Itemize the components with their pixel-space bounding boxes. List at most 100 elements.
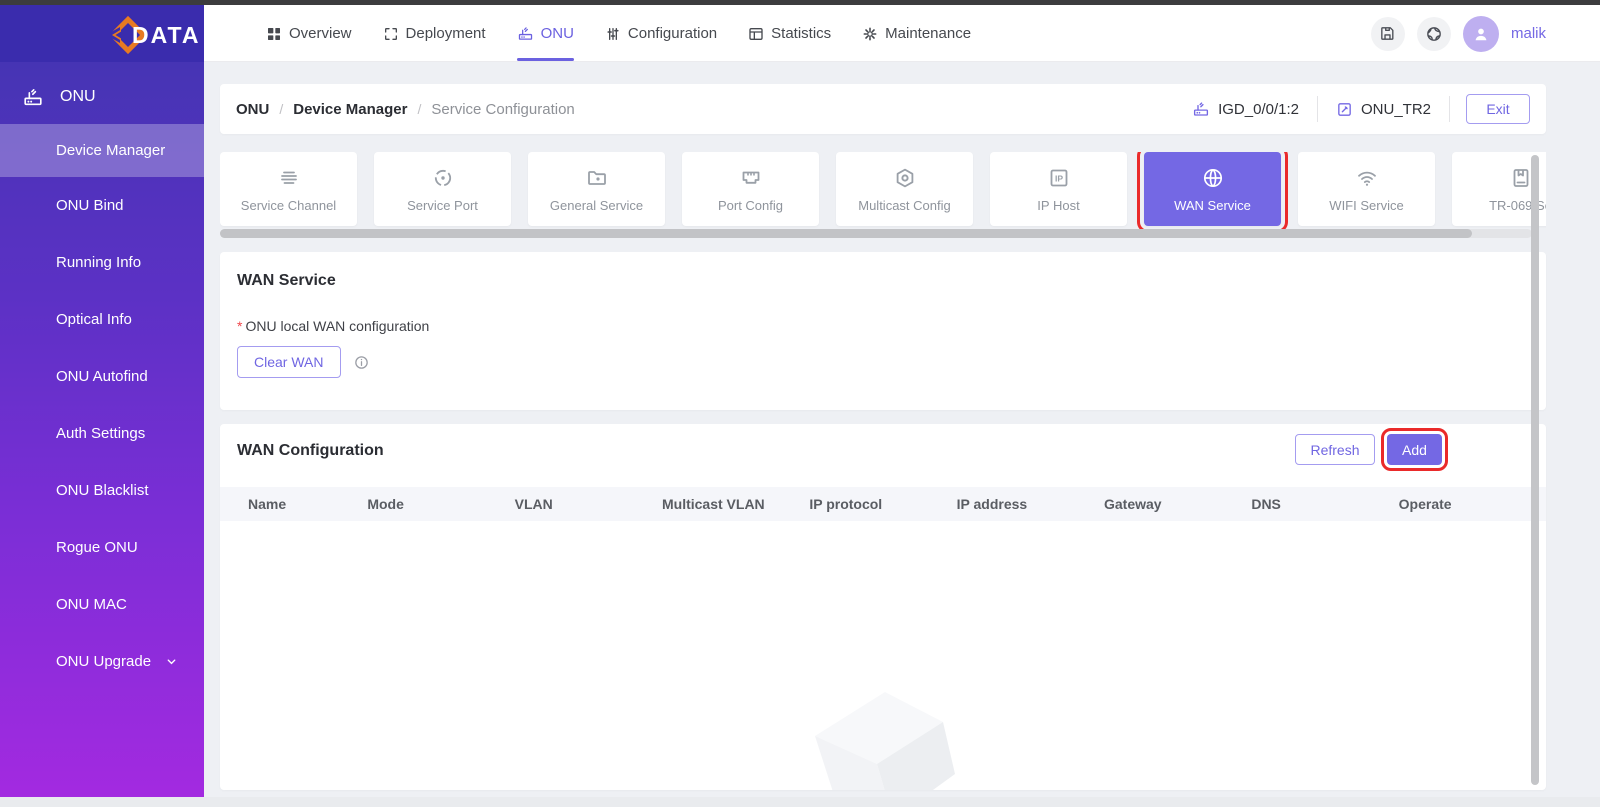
edit-document-icon	[1336, 101, 1353, 118]
nav-item-deployment[interactable]: Deployment	[383, 5, 486, 62]
username[interactable]: malik	[1511, 25, 1546, 42]
add-button[interactable]: Add	[1387, 434, 1442, 465]
tab-label: Service Port	[407, 198, 478, 213]
circle-dot-icon	[431, 166, 455, 190]
router-icon	[22, 86, 44, 108]
nav-item-statistics[interactable]: Statistics	[748, 5, 831, 62]
empty-state-box-illustration	[785, 674, 1015, 790]
column-header-multicast-vlan: Multicast VLAN	[662, 496, 809, 512]
sidebar-item-rogue-onu[interactable]: Rogue ONU	[0, 519, 204, 576]
svg-text:IP: IP	[1054, 173, 1062, 183]
sidebar-item-device-manager[interactable]: Device Manager	[0, 124, 204, 177]
nav-label: Maintenance	[885, 25, 971, 42]
wan-configuration-panel: WAN Configuration Refresh Add Name Mode …	[220, 424, 1546, 790]
nav-label: Overview	[289, 25, 352, 42]
deployment-icon	[383, 26, 399, 42]
sidebar-item-auth-settings[interactable]: Auth Settings	[0, 405, 204, 462]
tab-general-service[interactable]: General Service	[528, 152, 665, 226]
save-icon	[1379, 25, 1396, 42]
onu-name: ONU_TR2	[1361, 101, 1431, 118]
chevron-down-icon	[165, 655, 178, 668]
sidebar-item-onu-upgrade[interactable]: ONU Upgrade	[0, 633, 204, 690]
top-header: Overview Deployment ONU Configuration St…	[204, 5, 1600, 62]
column-header-ip-address: IP address	[957, 496, 1104, 512]
tab-label: IP Host	[1037, 198, 1079, 213]
sidebar-item-running-info[interactable]: Running Info	[0, 234, 204, 291]
main-nav: Overview Deployment ONU Configuration St…	[266, 5, 971, 62]
folder-gear-icon	[585, 166, 609, 190]
breadcrumb-separator: /	[417, 101, 421, 117]
ip-box-icon: IP	[1047, 166, 1071, 190]
column-header-operate: Operate	[1399, 496, 1546, 512]
column-header-dns: DNS	[1251, 496, 1398, 512]
nav-item-maintenance[interactable]: Maintenance	[862, 5, 971, 62]
tab-service-channel[interactable]: Service Channel	[220, 152, 357, 226]
service-tabs-row: Service Channel Service Port General Ser…	[220, 152, 1546, 232]
sidebar-item-onu-blacklist[interactable]: ONU Blacklist	[0, 462, 204, 519]
wan-table-header: Name Mode VLAN Multicast VLAN IP protoco…	[220, 487, 1546, 521]
breadcrumb-onu[interactable]: ONU	[236, 101, 269, 118]
sidebar-item-label: ONU Upgrade	[56, 653, 151, 670]
logo-block: DATA	[0, 5, 204, 62]
sidebar-item-label: Optical Info	[56, 311, 132, 328]
sidebar-item-label: ONU Bind	[56, 197, 124, 214]
globe-button[interactable]	[1417, 17, 1451, 51]
sidebar-item-onu-mac[interactable]: ONU MAC	[0, 576, 204, 633]
tab-ip-host[interactable]: IP IP Host	[990, 152, 1127, 226]
window-icon	[748, 26, 764, 42]
sidebar-item-label: ONU Autofind	[56, 368, 148, 385]
wan-config-label: ONU local WAN configuration	[245, 318, 429, 334]
tab-label: Service Channel	[241, 198, 336, 213]
nav-label: Statistics	[771, 25, 831, 42]
column-header-name: Name	[220, 496, 367, 512]
divider	[1449, 96, 1450, 122]
tab-multicast-config[interactable]: Multicast Config	[836, 152, 973, 226]
nav-item-onu[interactable]: ONU	[517, 5, 574, 62]
info-icon[interactable]	[353, 354, 370, 371]
nav-item-configuration[interactable]: Configuration	[605, 5, 717, 62]
vertical-scrollbar-thumb[interactable]	[1531, 155, 1539, 785]
refresh-button[interactable]: Refresh	[1295, 434, 1375, 465]
sidebar-item-label: Device Manager	[56, 142, 165, 159]
exit-button[interactable]: Exit	[1466, 94, 1530, 124]
ethernet-icon	[739, 166, 763, 190]
device-id: IGD_0/0/1:2	[1218, 101, 1299, 118]
breadcrumb-separator: /	[279, 101, 283, 117]
sidebar-item-onu-bind[interactable]: ONU Bind	[0, 177, 204, 234]
sliders-icon	[605, 26, 621, 42]
column-header-ip-protocol: IP protocol	[809, 496, 956, 512]
globe-icon	[1425, 25, 1443, 43]
align-lines-icon	[277, 166, 301, 190]
user-avatar[interactable]	[1463, 16, 1499, 52]
router-icon	[1192, 100, 1210, 118]
sidebar-item-optical-info[interactable]: Optical Info	[0, 291, 204, 348]
device-id-chip: IGD_0/0/1:2	[1174, 100, 1317, 118]
tab-label: General Service	[550, 198, 643, 213]
router-icon	[517, 25, 534, 42]
grid-icon	[266, 26, 282, 42]
breadcrumb-right-cluster: IGD_0/0/1:2 ONU_TR2 Exit	[1174, 94, 1530, 124]
tab-service-port[interactable]: Service Port	[374, 152, 511, 226]
sidebar-item-label: ONU MAC	[56, 596, 127, 613]
breadcrumb-device-manager[interactable]: Device Manager	[293, 101, 407, 118]
sidebar-section-onu: ONU	[0, 70, 204, 124]
wan-config-label-row: *ONU local WAN configuration	[237, 318, 1529, 334]
tab-port-config[interactable]: Port Config	[682, 152, 819, 226]
nav-item-overview[interactable]: Overview	[266, 5, 352, 62]
wifi-icon	[1355, 166, 1379, 190]
clear-wan-button[interactable]: Clear WAN	[237, 346, 341, 378]
save-button[interactable]	[1371, 17, 1405, 51]
person-icon	[1471, 24, 1491, 44]
horizontal-scrollbar-thumb[interactable]	[220, 229, 1472, 238]
tab-label: WAN Service	[1174, 198, 1251, 213]
clear-wan-row: Clear WAN	[237, 346, 1529, 378]
book-icon	[1509, 166, 1533, 190]
tab-wifi-service[interactable]: WIFI Service	[1298, 152, 1435, 226]
sidebar-item-onu-autofind[interactable]: ONU Autofind	[0, 348, 204, 405]
wan-service-panel: WAN Service *ONU local WAN configuration…	[220, 252, 1546, 410]
tab-wan-service[interactable]: WAN Service	[1144, 152, 1281, 226]
horizontal-scrollbar[interactable]	[220, 229, 1532, 238]
column-header-mode: Mode	[367, 496, 514, 512]
nav-label: ONU	[541, 25, 574, 42]
bottom-strip	[0, 797, 1600, 807]
